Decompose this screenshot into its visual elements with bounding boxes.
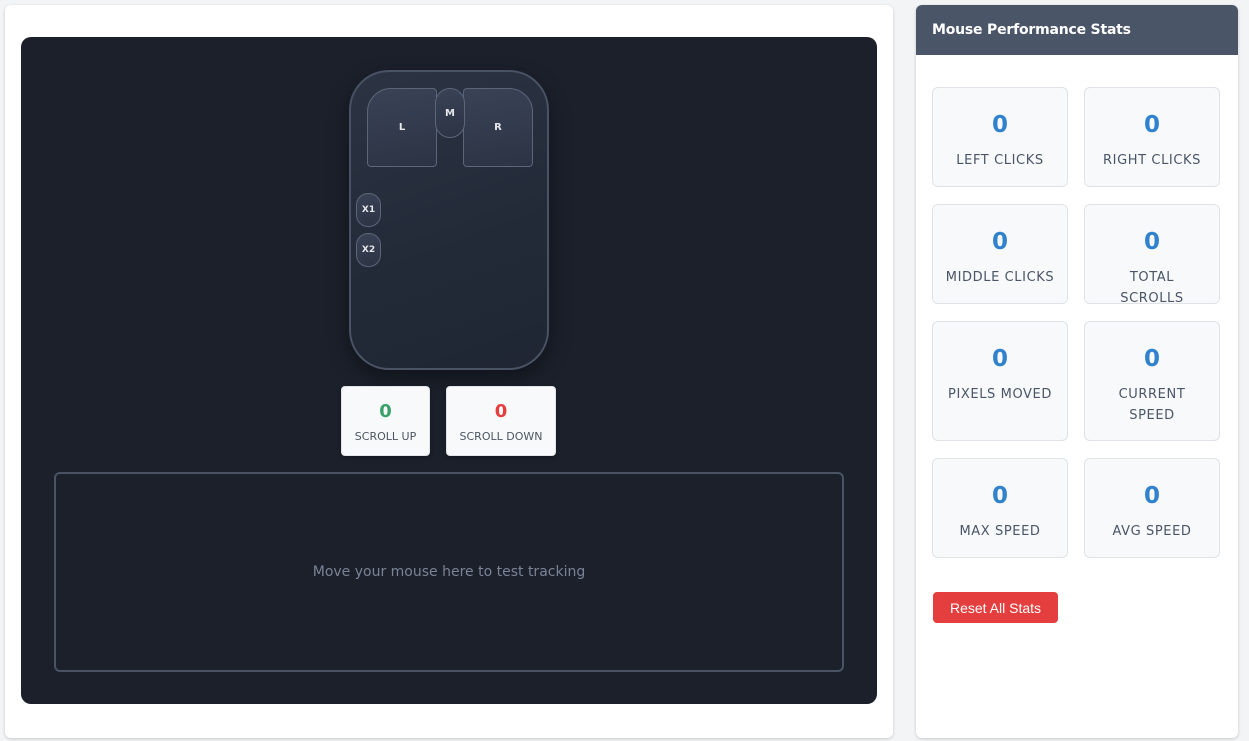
scroll-down-counter: 0 SCROLL DOWN [446, 386, 556, 456]
scroll-down-value: 0 [494, 401, 508, 422]
stat-value: 0 [1143, 483, 1160, 509]
stat-card-avg-speed: 0 AVG SPEED [1084, 458, 1220, 558]
stat-card-right-clicks: 0 RIGHT CLICKS [1084, 87, 1220, 187]
tracking-area[interactable]: Move your mouse here to test tracking [54, 472, 844, 672]
stat-card-max-speed: 0 MAX SPEED [932, 458, 1068, 558]
stat-label: PIXELS MOVED [948, 387, 1052, 402]
x2-mouse-button[interactable]: X2 [356, 233, 381, 267]
stat-label: LEFT CLICKS [956, 153, 1044, 168]
stat-card-left-clicks: 0 LEFT CLICKS [932, 87, 1068, 187]
mouse-test-panel: L R M X1 X2 0 SCROLL UP 0 SCROLL DOWN Mo… [5, 5, 893, 738]
scroll-up-value: 0 [379, 401, 392, 422]
scroll-up-label: SCROLL UP [354, 430, 417, 443]
stat-label: CURRENT SPEED [1118, 387, 1186, 423]
stat-value: 0 [991, 483, 1008, 509]
stat-value: 0 [1143, 229, 1160, 255]
stat-card-pixels-moved: 0 PIXELS MOVED [932, 321, 1068, 441]
stat-label: AVG SPEED [1112, 524, 1192, 539]
mouse-diagram: L R M X1 X2 [349, 70, 549, 370]
stat-label: MIDDLE CLICKS [945, 270, 1055, 285]
stat-card-total-scrolls: 0 TOTAL SCROLLS [1084, 204, 1220, 306]
stat-label: RIGHT CLICKS [1103, 153, 1201, 168]
stat-value: 0 [1143, 112, 1160, 138]
stat-value: 0 [991, 229, 1008, 255]
stat-label: TOTAL SCROLLS [1120, 270, 1184, 306]
middle-mouse-button[interactable]: M [435, 88, 465, 138]
right-mouse-button[interactable]: R [463, 88, 533, 167]
stats-sidebar: Mouse Performance Stats 0 LEFT CLICKS 0 … [916, 5, 1238, 738]
reset-stats-button[interactable]: Reset All Stats [933, 592, 1058, 623]
tracking-hint: Move your mouse here to test tracking [312, 564, 586, 580]
scroll-up-counter: 0 SCROLL UP [341, 386, 430, 456]
stat-card-middle-clicks: 0 MIDDLE CLICKS [932, 204, 1068, 304]
scroll-down-label: SCROLL DOWN [459, 430, 543, 443]
stat-value: 0 [991, 346, 1008, 372]
mouse-visualizer-area: L R M X1 X2 0 SCROLL UP 0 SCROLL DOWN Mo… [21, 37, 877, 704]
stat-card-current-speed: 0 CURRENT SPEED [1084, 321, 1220, 441]
sidebar-title: Mouse Performance Stats [916, 5, 1238, 55]
stat-value: 0 [991, 112, 1008, 138]
x1-mouse-button[interactable]: X1 [356, 193, 381, 227]
stat-label: MAX SPEED [959, 524, 1041, 539]
stat-value: 0 [1143, 346, 1160, 372]
left-mouse-button[interactable]: L [367, 88, 437, 167]
